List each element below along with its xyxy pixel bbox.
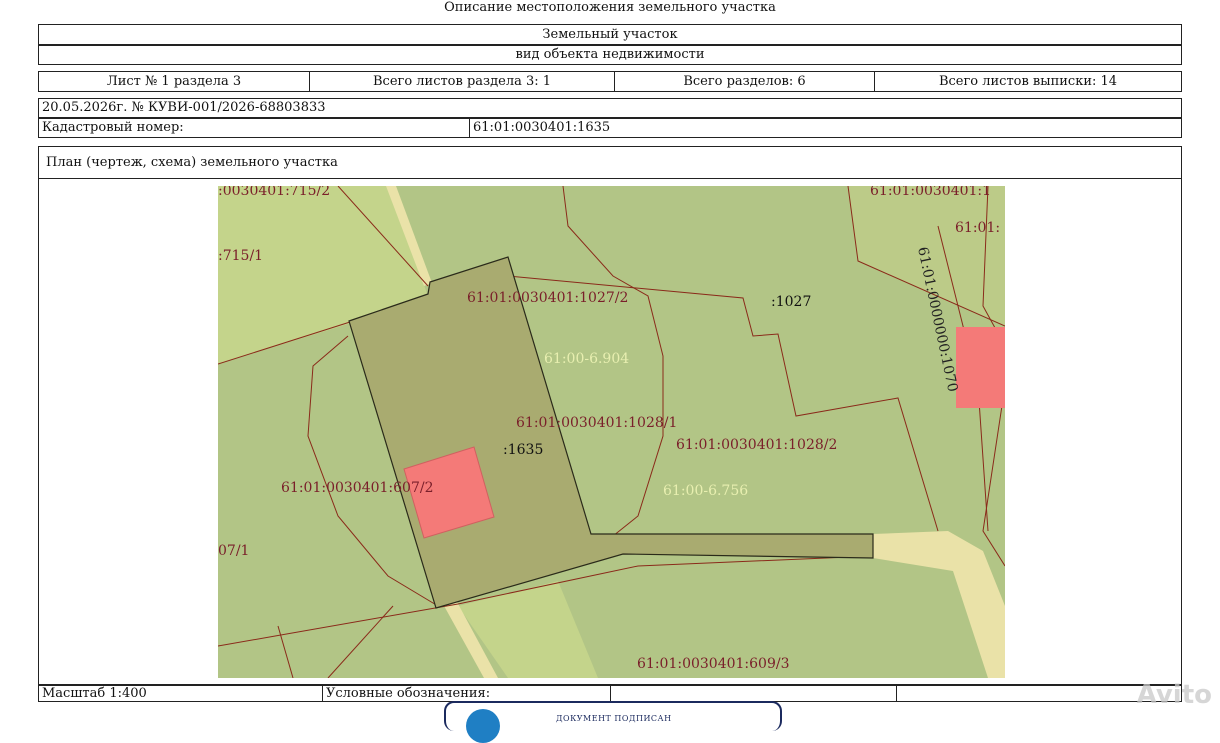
cadastral-number: 61:01:0030401:1635 [469,118,1182,138]
footer-empty-cell-1 [610,685,897,702]
object-kind-caption: вид объекта недвижимости [38,45,1182,65]
label-609-3: 61:01:0030401:609/3 [637,656,789,672]
plan-title: План (чертеж, схема) земельного участка [38,146,1182,179]
cadastral-map[interactable]: :0030401:715/2 :715/1 61:01:0030401:1027… [218,186,1005,678]
total-sheets: Всего листов выписки: 14 [874,71,1182,92]
label-715-1: :715/1 [218,248,263,264]
label-top-right-2: 61:01: [955,220,1000,236]
label-1027-2: 61:01:0030401:1027/2 [467,290,628,306]
label-07-1: 07/1 [218,543,249,559]
extract-reference: 20.05.2026г. № КУВИ-001/2026-68803833 [38,98,1182,118]
building-right [956,327,1005,408]
total-sections: Всего разделов: 6 [614,71,875,92]
label-zone-6756: 61:00-6.756 [663,483,748,499]
label-1028-2: 61:01:0030401:1028/2 [676,437,837,453]
legend-caption: Условные обозначения: [322,685,611,702]
signature-stamp: ДОКУМЕНТ ПОДПИСАН [444,701,782,743]
stamp-text: ДОКУМЕНТ ПОДПИСАН [556,714,672,723]
label-1635: :1635 [503,442,543,458]
page-title: Описание местоположения земельного участ… [444,0,776,15]
sheet-number: Лист № 1 раздела 3 [38,71,310,92]
label-715-2: :0030401:715/2 [218,186,330,199]
avito-watermark: Avito [1136,680,1212,710]
label-top-right: 61:01:0030401:1 [870,186,991,199]
cadastral-label: Кадастровый номер: [38,118,470,138]
sheets-in-section: Всего листов раздела 3: 1 [309,71,615,92]
label-1027: :1027 [771,294,811,310]
label-607-2: 61:01:0030401:607/2 [281,480,433,496]
label-zone-6904: 61:00-6.904 [544,351,629,367]
map-scale: Масштаб 1:400 [38,685,323,702]
label-1028-1: 61:01:0030401:1028/1 [516,415,677,431]
object-type-cell: Земельный участок [38,24,1182,45]
emblem-icon [466,709,500,743]
